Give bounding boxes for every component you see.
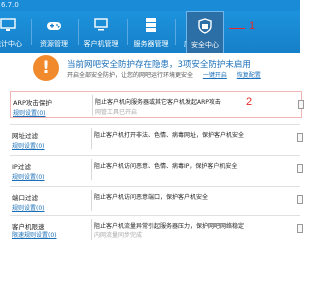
- tab-resource-management[interactable]: 资源管理: [32, 11, 76, 53]
- app-version: 6.7.0: [1, 1, 19, 9]
- alert-subtitle: 开启全部安全防护，让您的网吧运行环境更安全 一键开启 恢复配置: [67, 70, 261, 79]
- tab-security-center[interactable]: 安全中心: [186, 11, 224, 53]
- annotation-arrow: [229, 28, 245, 29]
- computer-icon: [94, 18, 108, 31]
- tab-client-management[interactable]: 客户机管理: [79, 11, 123, 53]
- alert-title: 当前网吧安全防护存在隐患，3项安全防护未启用: [67, 60, 251, 70]
- row-toggle[interactable]: [297, 164, 303, 173]
- tab-server-management[interactable]: 服务器管理: [128, 11, 174, 53]
- tab-label: 服务器管理: [133, 40, 169, 48]
- tab-label: 统计中心: [0, 40, 22, 48]
- row-ip-filter: IP过滤 规则设置(0) 阻止客户机访问恶意、色情、病毒IP，保护客户机安全: [10, 156, 303, 182]
- shield-icon: [198, 18, 212, 34]
- row-arp-protection: ARP攻击保护 规则设置(0) 阻止客户机向服务器或其它客户机发起ARP攻击 网…: [10, 91, 304, 118]
- row-description: 阻止客户机访问恶意端口，保护客户机安全: [94, 194, 209, 201]
- row-name: 网址过滤: [12, 132, 38, 140]
- row-toggle[interactable]: [297, 133, 303, 142]
- row-name: IP过滤: [12, 163, 31, 171]
- enable-all-link[interactable]: 一键开启: [203, 72, 227, 79]
- row-client-speed-limit: 客户机限速 限速规则设置(0) 阻止客户机流量异常引起服务器压力，保护网吧网络稳…: [10, 216, 303, 242]
- row-rule-link[interactable]: 限速规则设置(0): [12, 230, 57, 239]
- row-rule-link[interactable]: 规则设置(0): [12, 203, 45, 212]
- row-toggle[interactable]: [298, 100, 304, 109]
- row-rule-link[interactable]: 规则设置(0): [12, 141, 45, 150]
- tab-stats-center[interactable]: 统计中心: [0, 11, 30, 53]
- row-url-filter: 网址过滤 规则设置(0) 阻止客户机打开非法、色情、病毒网址，保护客户机安全: [10, 125, 303, 151]
- main-toolbar: 统计中心 资源管理 客户机管理 服务器管理: [0, 11, 300, 53]
- row-rule-link[interactable]: 规则设置(0): [13, 108, 46, 117]
- monitor-icon: [0, 18, 16, 31]
- row-rule-link[interactable]: 规则设置(0): [12, 172, 45, 181]
- title-bar: 6.7.0: [0, 0, 300, 11]
- tab-label: 安全中心: [191, 41, 219, 49]
- annotation-step-2: 2: [246, 96, 253, 108]
- row-status: 网管工具已开启: [95, 109, 138, 116]
- gamepad-icon: [47, 22, 61, 30]
- tab-label: 客户机管理: [83, 40, 119, 48]
- warning-icon: !: [33, 55, 59, 81]
- row-toggle[interactable]: [297, 224, 303, 233]
- row-status: 内网流量同步完成: [94, 232, 143, 239]
- alert-subtitle-text: 开启全部安全防护，让您的网吧运行环境更安全: [67, 72, 194, 79]
- restore-config-link[interactable]: 恢复配置: [237, 72, 261, 79]
- row-port-filter: 端口过滤 规则设置(0) 阻止客户机访问恶意端口，保护客户机安全: [10, 187, 303, 213]
- row-description: 阻止客户机访问恶意、色情、病毒IP，保护客户机安全: [94, 163, 238, 170]
- row-name: 端口过滤: [12, 194, 38, 202]
- server-icon: [146, 18, 156, 32]
- row-description: 阻止客户机流量异常引起服务器压力，保护网吧网络稳定: [94, 223, 245, 230]
- row-description: 阻止客户机打开非法、色情、病毒网址，保护客户机安全: [94, 132, 245, 139]
- annotation-step-1: 1: [249, 20, 256, 32]
- row-name: ARP攻击保护: [13, 99, 52, 107]
- tab-label: 资源管理: [40, 40, 68, 48]
- row-toggle[interactable]: [297, 195, 303, 204]
- row-description: 阻止客户机向服务器或其它客户机发起ARP攻击: [95, 99, 221, 106]
